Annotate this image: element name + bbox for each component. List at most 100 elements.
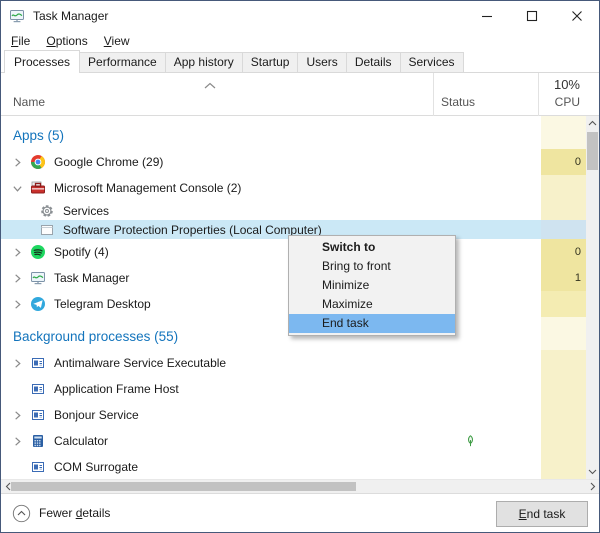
- process-name: Bonjour Service: [54, 408, 139, 422]
- column-separator: [538, 73, 539, 116]
- group-label: Background processes (55): [13, 329, 179, 344]
- cpu-cell: [541, 350, 586, 376]
- cpu-cell: [541, 175, 586, 201]
- menubar-item-options[interactable]: Options: [38, 33, 95, 49]
- minimize-button[interactable]: [464, 1, 509, 31]
- menubar-item-view[interactable]: View: [96, 33, 138, 49]
- cpu-cell: [541, 402, 586, 428]
- chevron-right-icon[interactable]: [9, 410, 25, 421]
- chevron-right-icon[interactable]: [9, 157, 25, 168]
- close-icon: [571, 11, 582, 21]
- process-row[interactable]: Antimalware Service Executable: [1, 350, 586, 376]
- chevron-up-circle-icon: [12, 504, 31, 523]
- telegram-icon: [30, 296, 46, 312]
- window-icon: [39, 222, 55, 238]
- tab-details[interactable]: Details: [345, 52, 401, 72]
- process-name: Antimalware Service Executable: [54, 356, 227, 370]
- group-label: Apps (5): [13, 128, 65, 143]
- column-header-name[interactable]: Name: [13, 95, 45, 109]
- fewer-details-toggle[interactable]: Fewer details: [12, 504, 110, 523]
- cpu-cell: [541, 428, 586, 454]
- window-title: Task Manager: [33, 9, 109, 23]
- tab-performance[interactable]: Performance: [79, 52, 166, 72]
- cpu-cell: [541, 454, 586, 479]
- process-name: Services: [63, 203, 110, 218]
- cpu-cell: 0: [541, 149, 586, 175]
- chevron-down-icon[interactable]: [9, 183, 25, 194]
- end-task-button[interactable]: End task: [496, 501, 588, 527]
- titlebar: Task Manager: [1, 1, 599, 31]
- cpu-cell: 1: [541, 265, 586, 291]
- maximize-button[interactable]: [509, 1, 554, 31]
- menu-bar: File Options View: [1, 31, 599, 50]
- context-menu-item-maximize[interactable]: Maximize: [289, 295, 455, 314]
- context-menu-item-bring-to-front[interactable]: Bring to front: [289, 257, 455, 276]
- process-name: Calculator: [54, 434, 109, 448]
- group-header-row[interactable]: Apps (5): [1, 116, 586, 149]
- chevron-right-icon[interactable]: [9, 247, 25, 258]
- process-row[interactable]: Services: [1, 201, 586, 220]
- process-name: Google Chrome (29): [54, 155, 164, 169]
- tab-strip: Processes Performance App history Startup Us…: [1, 50, 599, 73]
- cpu-cell: 0: [541, 239, 586, 265]
- cpu-cell: [541, 116, 586, 149]
- context-menu: Switch to Bring to front Minimize Maximize E…: [288, 235, 456, 336]
- maximize-icon: [526, 10, 537, 22]
- gear-icon: [39, 203, 55, 219]
- process-name: COM Surrogate: [54, 460, 139, 474]
- process-row[interactable]: Calculator: [1, 428, 586, 454]
- column-header-status[interactable]: Status: [441, 95, 475, 109]
- vertical-scrollbar-thumb[interactable]: [587, 132, 598, 170]
- cpu-cell: [541, 220, 586, 239]
- tab-users[interactable]: Users: [297, 52, 347, 72]
- menubar-item-file[interactable]: File: [11, 33, 38, 49]
- mmc-icon: [30, 180, 46, 196]
- chevron-right-icon[interactable]: [9, 358, 25, 369]
- process-row[interactable]: Microsoft Management Console (2): [1, 175, 586, 201]
- task-manager-app-icon: [9, 8, 25, 24]
- process-row[interactable]: COM Surrogate: [1, 454, 586, 479]
- cpu-cell: [541, 317, 586, 350]
- cpu-total-percent[interactable]: 10%: [554, 77, 580, 92]
- horizontal-scrollbar-thumb[interactable]: [11, 482, 356, 491]
- process-name: Application Frame Host: [54, 382, 179, 396]
- process-row[interactable]: Application Frame Host: [1, 376, 586, 402]
- generic-icon: [30, 381, 46, 397]
- spotify-icon: [30, 244, 46, 260]
- context-menu-item-switch-to[interactable]: Switch to: [289, 238, 455, 257]
- context-menu-item-minimize[interactable]: Minimize: [289, 276, 455, 295]
- task-manager-window: Task Manager File Options View Processes Pe…: [0, 0, 600, 533]
- window-controls: [464, 1, 599, 31]
- generic-icon: [30, 407, 46, 423]
- scroll-up-arrow-icon[interactable]: [586, 116, 599, 130]
- column-header-cpu[interactable]: CPU: [555, 95, 580, 109]
- footer-bar: Fewer details End task: [1, 493, 599, 532]
- generic-icon: [30, 459, 46, 475]
- chrome-icon: [30, 154, 46, 170]
- process-name: Software Protection Properties (Local Co…: [63, 222, 322, 237]
- tab-startup[interactable]: Startup: [241, 52, 299, 72]
- process-row[interactable]: Bonjour Service: [1, 402, 586, 428]
- chevron-right-icon[interactable]: [9, 299, 25, 310]
- column-separator: [433, 73, 434, 116]
- suspended-leaf-icon: [463, 434, 478, 449]
- cpu-cell: [541, 376, 586, 402]
- column-header-row: Name Status 10% CPU: [1, 73, 599, 116]
- chevron-right-icon[interactable]: [9, 436, 25, 447]
- close-button[interactable]: [554, 1, 599, 31]
- generic-icon: [30, 355, 46, 371]
- calc-icon: [30, 433, 46, 449]
- horizontal-scrollbar[interactable]: [1, 479, 599, 493]
- cpu-cell: [541, 291, 586, 317]
- chevron-right-icon[interactable]: [9, 273, 25, 284]
- process-row[interactable]: Google Chrome (29) 0: [1, 149, 586, 175]
- tab-app-history[interactable]: App history: [164, 52, 243, 72]
- scroll-right-arrow-icon[interactable]: [586, 480, 599, 493]
- scroll-down-arrow-icon[interactable]: [586, 465, 599, 479]
- tab-processes[interactable]: Processes: [4, 50, 81, 73]
- vertical-scrollbar[interactable]: [586, 116, 599, 479]
- cpu-cell: [541, 201, 586, 220]
- sort-ascending-icon: [203, 81, 219, 91]
- context-menu-item-end-task[interactable]: End task: [289, 314, 455, 333]
- tab-services[interactable]: Services: [399, 52, 464, 72]
